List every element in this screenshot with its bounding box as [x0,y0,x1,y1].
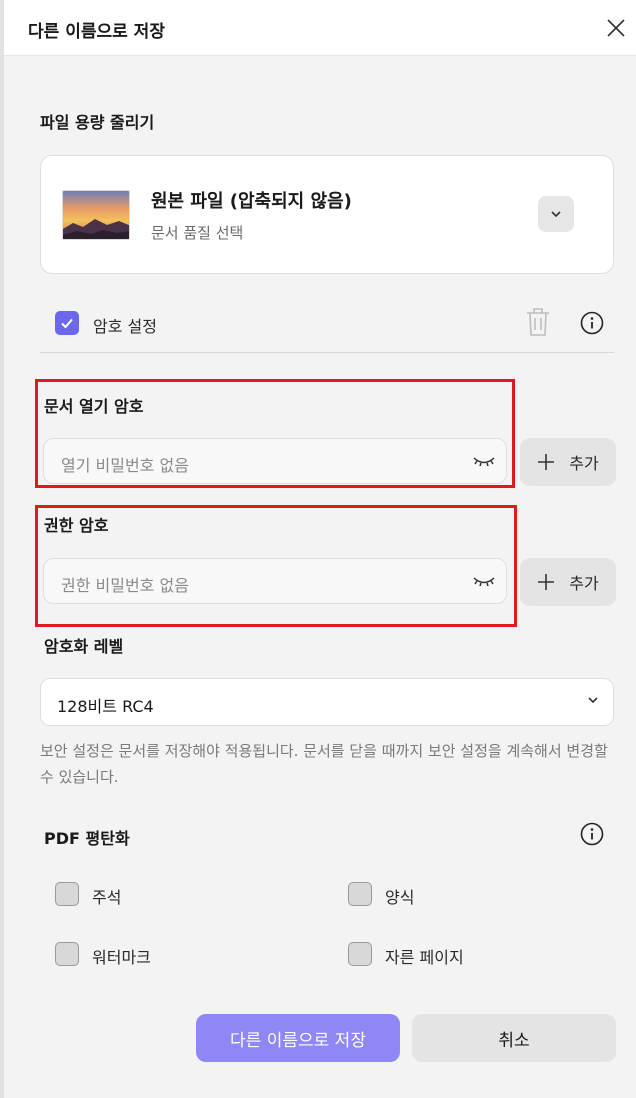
document-thumbnail [62,190,130,240]
close-icon [607,19,625,37]
encryption-level-value: 128비트 RC4 [57,697,154,716]
password-info-button[interactable] [580,311,604,339]
password-setting-label: 암호 설정 [93,317,157,336]
flatten-info-button[interactable] [580,822,604,850]
permission-password-placeholder: 권한 비밀번호 없음 [61,576,189,595]
flatten-form-label: 양식 [385,888,415,907]
dialog-title: 다른 이름으로 저장 [28,22,165,42]
open-password-input[interactable]: 열기 비밀번호 없음 [43,438,507,484]
add-open-password-button[interactable]: 추가 [520,438,616,486]
flatten-watermark-checkbox[interactable] [55,942,79,966]
check-icon [61,318,73,329]
delete-password-button[interactable] [523,306,553,338]
password-checkbox[interactable] [55,311,79,335]
encryption-level-label: 암호화 레벨 [44,637,124,656]
flatten-watermark-label: 워터마크 [92,948,151,967]
flatten-form-checkbox[interactable] [348,882,372,906]
add-label: 추가 [569,454,599,473]
quality-expand-button[interactable] [538,196,574,232]
permission-password-input[interactable]: 권한 비밀번호 없음 [43,558,507,604]
flatten-annotation-checkbox[interactable] [55,882,79,906]
info-icon [580,822,604,846]
pdf-flatten-label: PDF 평탄화 [44,829,130,848]
flatten-cropped-page-checkbox[interactable] [348,942,372,966]
security-notice: 보안 설정은 문서를 저장해야 적용됩니다. 문서를 닫을 때까지 보안 설정을… [40,742,608,786]
chevron-down-icon [551,211,561,218]
plus-icon [538,454,555,470]
close-button[interactable] [602,14,630,42]
eye-closed-icon[interactable] [472,453,496,469]
save-as-button[interactable]: 다른 이름으로 저장 [196,1014,400,1062]
trash-icon [527,308,549,336]
reduce-size-label: 파일 용량 줄리기 [40,113,155,132]
open-password-placeholder: 열기 비밀번호 없음 [61,456,189,475]
cancel-button[interactable]: 취소 [412,1014,616,1062]
quality-subtitle: 문서 품질 선택 [151,224,244,242]
divider [40,352,614,353]
quality-selector[interactable]: 원본 파일 (압축되지 않음) 문서 품질 선택 [40,155,614,274]
permission-password-label: 권한 암호 [44,516,109,535]
dialog-titlebar: 다른 이름으로 저장 [4,0,636,56]
add-permission-password-button[interactable]: 추가 [520,558,616,606]
eye-closed-icon[interactable] [472,573,496,589]
flatten-cropped-page-label: 자른 페이지 [385,948,464,967]
info-icon [580,311,604,335]
chevron-down-icon [588,697,598,704]
quality-title: 원본 파일 (압축되지 않음) [151,191,352,212]
flatten-annotation-label: 주석 [92,888,122,907]
save-as-dialog: 다른 이름으로 저장 파일 용량 줄리기 원본 파일 (압축되지 않음) 문서 … [0,0,636,1098]
add-label: 추가 [569,574,599,593]
plus-icon [538,574,555,590]
encryption-level-select[interactable]: 128비트 RC4 [40,678,614,726]
open-password-label: 문서 열기 암호 [44,397,144,416]
